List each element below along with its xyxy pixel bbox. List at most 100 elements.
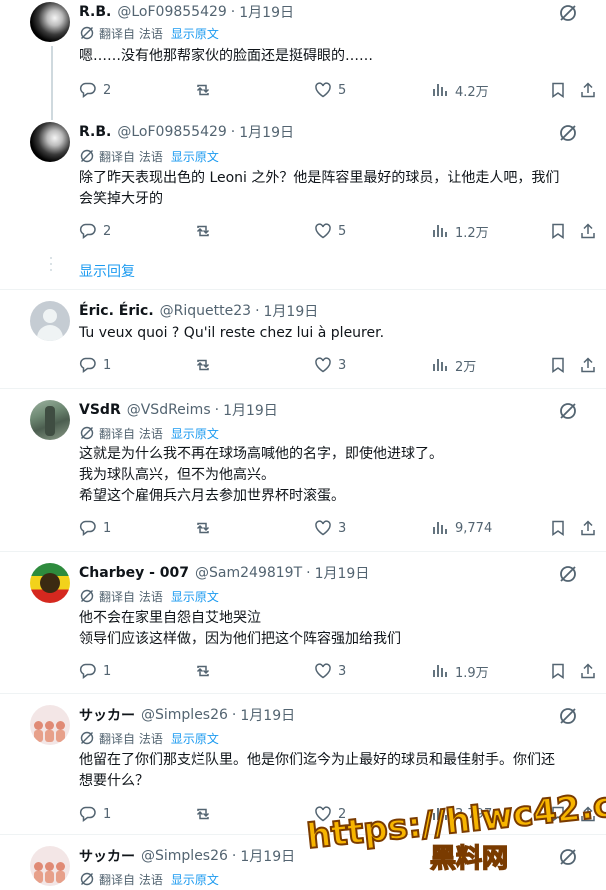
- like-button[interactable]: 5: [314, 221, 346, 241]
- retweet-button[interactable]: [194, 221, 218, 241]
- reply-button[interactable]: 1: [79, 661, 111, 681]
- username[interactable]: @Riquette23: [160, 303, 251, 319]
- thread-dots: [49, 257, 53, 275]
- tweet-text: 这就是为什么我不再在球场高喊他的名字，即使他进球了。 我为球队高兴，但不为他高兴…: [79, 446, 443, 504]
- tweet[interactable]: サッカー @Simples26 · 1月19日 翻译自 法语 显示原文: [0, 835, 606, 890]
- grok-icon[interactable]: [558, 564, 578, 584]
- display-name[interactable]: サッカー: [79, 846, 135, 866]
- bookmark-button[interactable]: [549, 80, 567, 100]
- views-button[interactable]: 1.9万: [431, 661, 489, 681]
- tweet[interactable]: VSdR @VSdReims · 1月19日 翻译自 法语 显示原文 这就是为什…: [0, 389, 606, 551]
- timestamp[interactable]: 1月19日: [239, 122, 294, 142]
- reply-count: 2: [103, 223, 112, 239]
- show-original-link[interactable]: 显示原文: [171, 148, 219, 165]
- view-count: 1.9万: [455, 665, 489, 681]
- separator-dot: ·: [214, 402, 220, 418]
- share-button[interactable]: [579, 355, 597, 375]
- grok-icon[interactable]: [558, 3, 578, 23]
- tweet-text: Tu veux quoi ? Qu'il reste chez lui à pl…: [79, 325, 385, 341]
- show-original-link[interactable]: 显示原文: [171, 425, 219, 442]
- show-original-link[interactable]: 显示原文: [171, 588, 219, 605]
- timestamp[interactable]: 1月19日: [264, 301, 319, 321]
- like-button[interactable]: 3: [314, 355, 346, 375]
- timestamp[interactable]: 1月19日: [240, 846, 295, 866]
- action-bar: 2 5 4.2万: [79, 80, 599, 100]
- retweet-button[interactable]: [194, 518, 218, 538]
- display-name[interactable]: サッカー: [79, 705, 135, 725]
- tweet[interactable]: R.B. @LoF09855429 · 1月19日 翻译自 法语 显示原文 除了…: [0, 120, 606, 260]
- share-button[interactable]: [579, 661, 597, 681]
- bookmark-button[interactable]: [549, 221, 567, 241]
- like-button[interactable]: 3: [314, 661, 346, 681]
- views-button[interactable]: 1.2万: [431, 221, 489, 241]
- bookmark-button[interactable]: [549, 661, 567, 681]
- avatar[interactable]: [30, 2, 70, 42]
- translated-from-label: 翻译自 法语: [99, 26, 163, 41]
- translate-icon: [79, 588, 95, 604]
- share-button[interactable]: [579, 518, 597, 538]
- avatar[interactable]: [30, 705, 70, 745]
- grok-icon[interactable]: [558, 123, 578, 143]
- tweet-header: R.B. @LoF09855429 · 1月19日: [79, 2, 294, 22]
- display-name[interactable]: Charbey - 007: [79, 565, 189, 581]
- bookmark-button[interactable]: [549, 518, 567, 538]
- display-name[interactable]: Éric. Éric.: [79, 303, 154, 319]
- timestamp[interactable]: 1月19日: [315, 563, 370, 583]
- tweet-header: サッカー @Simples26 · 1月19日: [79, 705, 295, 725]
- views-button[interactable]: 4.2万: [431, 80, 489, 100]
- reply-button[interactable]: 1: [79, 804, 111, 824]
- avatar[interactable]: [30, 563, 70, 603]
- views-button[interactable]: 9,774: [431, 518, 492, 538]
- reply-button[interactable]: 2: [79, 221, 111, 241]
- share-button[interactable]: [579, 80, 597, 100]
- retweet-button[interactable]: [194, 661, 218, 681]
- show-original-link[interactable]: 显示原文: [171, 871, 219, 888]
- grok-icon[interactable]: [558, 847, 578, 867]
- avatar[interactable]: [30, 846, 70, 886]
- retweet-button[interactable]: [194, 804, 218, 824]
- tweet[interactable]: Charbey - 007 @Sam249819T · 1月19日 翻译自 法语…: [0, 552, 606, 693]
- share-button[interactable]: [579, 221, 597, 241]
- tweet[interactable]: Éric. Éric. @Riquette23 · 1月19日 Tu veux …: [0, 290, 606, 388]
- reply-count: 2: [103, 82, 112, 98]
- username[interactable]: @VSdReims: [127, 402, 211, 418]
- grok-icon[interactable]: [558, 401, 578, 421]
- avatar[interactable]: [30, 400, 70, 440]
- reply-button[interactable]: 1: [79, 355, 111, 375]
- like-button[interactable]: 5: [314, 80, 346, 100]
- username[interactable]: @LoF09855429: [117, 4, 226, 20]
- display-name[interactable]: R.B.: [79, 4, 111, 20]
- display-name[interactable]: VSdR: [79, 402, 121, 418]
- grok-icon[interactable]: [558, 706, 578, 726]
- reply-count: 1: [103, 663, 112, 679]
- show-replies-link[interactable]: 显示回复: [79, 261, 135, 281]
- username[interactable]: @Simples26: [141, 848, 228, 864]
- translated-from-label: 翻译自 法语: [99, 426, 163, 441]
- timestamp[interactable]: 1月19日: [240, 705, 295, 725]
- tweet-text: 他留在了你们那支烂队里。他是你们迄今为止最好的球员和最佳射手。你们还 想要什么？: [79, 752, 555, 789]
- tweet-header: サッカー @Simples26 · 1月19日: [79, 846, 295, 866]
- retweet-button[interactable]: [194, 80, 218, 100]
- translate-icon: [79, 730, 95, 746]
- username[interactable]: @Sam249819T: [195, 565, 302, 581]
- bookmark-button[interactable]: [549, 355, 567, 375]
- timestamp[interactable]: 1月19日: [223, 400, 278, 420]
- avatar[interactable]: [30, 122, 70, 162]
- separator-dot: ·: [231, 707, 237, 723]
- like-button[interactable]: 3: [314, 518, 346, 538]
- show-original-link[interactable]: 显示原文: [171, 25, 219, 42]
- retweet-button[interactable]: [194, 355, 218, 375]
- reply-count: 1: [103, 520, 112, 536]
- tweet[interactable]: R.B. @LoF09855429 · 1月19日 翻译自 法语 显示原文 嗯……: [0, 0, 606, 120]
- reply-button[interactable]: 2: [79, 80, 111, 100]
- reply-button[interactable]: 1: [79, 518, 111, 538]
- display-name[interactable]: R.B.: [79, 124, 111, 140]
- username[interactable]: @Simples26: [141, 707, 228, 723]
- show-original-link[interactable]: 显示原文: [171, 730, 219, 747]
- avatar[interactable]: [30, 301, 70, 341]
- like-count: 5: [338, 223, 347, 239]
- like-count: 3: [338, 357, 347, 373]
- username[interactable]: @LoF09855429: [117, 124, 226, 140]
- timestamp[interactable]: 1月19日: [239, 2, 294, 22]
- views-button[interactable]: 2万: [431, 355, 476, 375]
